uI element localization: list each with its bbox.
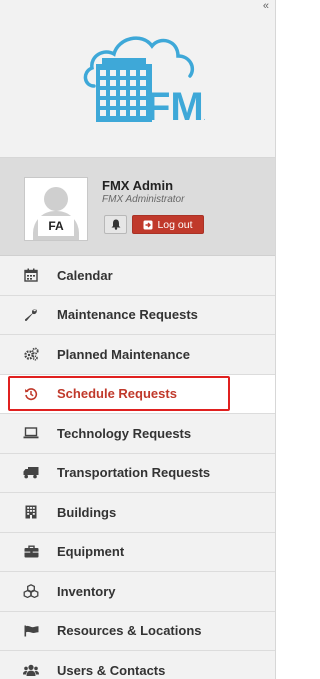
logout-label: Log out	[157, 218, 193, 231]
sidebar-item-label: Inventory	[57, 583, 116, 599]
sidebar-item-label: Technology Requests	[57, 425, 192, 441]
sidebar-item-transportation-requests[interactable]: Transportation Requests	[0, 454, 275, 493]
laptop-icon	[23, 426, 39, 440]
sidebar-item-users-contacts[interactable]: Users & Contacts	[0, 651, 275, 679]
sidebar-nav: Calendar Maintenance Requests Planned Ma…	[0, 256, 275, 679]
sidebar-item-label: Transportation Requests	[57, 465, 211, 481]
sidebar-item-inventory[interactable]: Inventory	[0, 572, 275, 612]
cubes-icon	[23, 584, 39, 599]
sidebar-item-label: Buildings	[57, 504, 117, 520]
notifications-button[interactable]	[104, 215, 127, 234]
sign-out-icon	[143, 220, 153, 229]
flag-icon	[23, 624, 39, 638]
sidebar-item-label: Equipment	[57, 544, 125, 560]
logo-text: FMX	[146, 85, 205, 128]
gears-icon	[23, 347, 39, 361]
sidebar-item-label: Calendar	[57, 267, 113, 283]
bell-icon	[111, 219, 120, 230]
calendar-icon	[23, 268, 39, 282]
sidebar-item-label: Schedule Requests	[57, 386, 177, 402]
user-panel: FA FMX Admin FMX Administrator Log out	[0, 158, 275, 256]
logo-area: FMX	[0, 0, 275, 158]
truck-icon	[23, 466, 39, 480]
user-role: FMX Administrator	[102, 194, 185, 205]
sidebar-item-schedule-requests[interactable]: Schedule Requests	[0, 374, 275, 414]
avatar-initials: FA	[38, 216, 74, 236]
sidebar-item-label: Maintenance Requests	[57, 307, 198, 323]
sidebar-item-label: Resources & Locations	[57, 623, 202, 639]
fmx-logo: FMX	[83, 36, 205, 128]
history-icon	[23, 387, 39, 401]
sidebar-item-resources-locations[interactable]: Resources & Locations	[0, 612, 275, 651]
logout-button[interactable]: Log out	[132, 215, 204, 234]
avatar: FA	[24, 177, 88, 241]
sidebar-item-maintenance-requests[interactable]: Maintenance Requests	[0, 296, 275, 335]
sidebar-item-equipment[interactable]: Equipment	[0, 533, 275, 572]
sidebar-item-planned-maintenance[interactable]: Planned Maintenance	[0, 335, 275, 375]
sidebar-item-label: Planned Maintenance	[57, 346, 190, 362]
wrench-icon	[23, 308, 39, 322]
toolbox-icon	[23, 545, 39, 559]
sidebar-item-buildings[interactable]: Buildings	[0, 493, 275, 533]
sidebar-item-label: Users & Contacts	[57, 662, 166, 678]
sidebar-item-technology-requests[interactable]: Technology Requests	[0, 414, 275, 454]
sidebar-item-calendar[interactable]: Calendar	[0, 256, 275, 296]
user-name: FMX Admin	[102, 178, 174, 193]
users-icon	[23, 663, 39, 677]
sidebar: « FMX FA FMX Admin FMX Admi	[0, 0, 276, 679]
building-icon	[23, 505, 39, 519]
